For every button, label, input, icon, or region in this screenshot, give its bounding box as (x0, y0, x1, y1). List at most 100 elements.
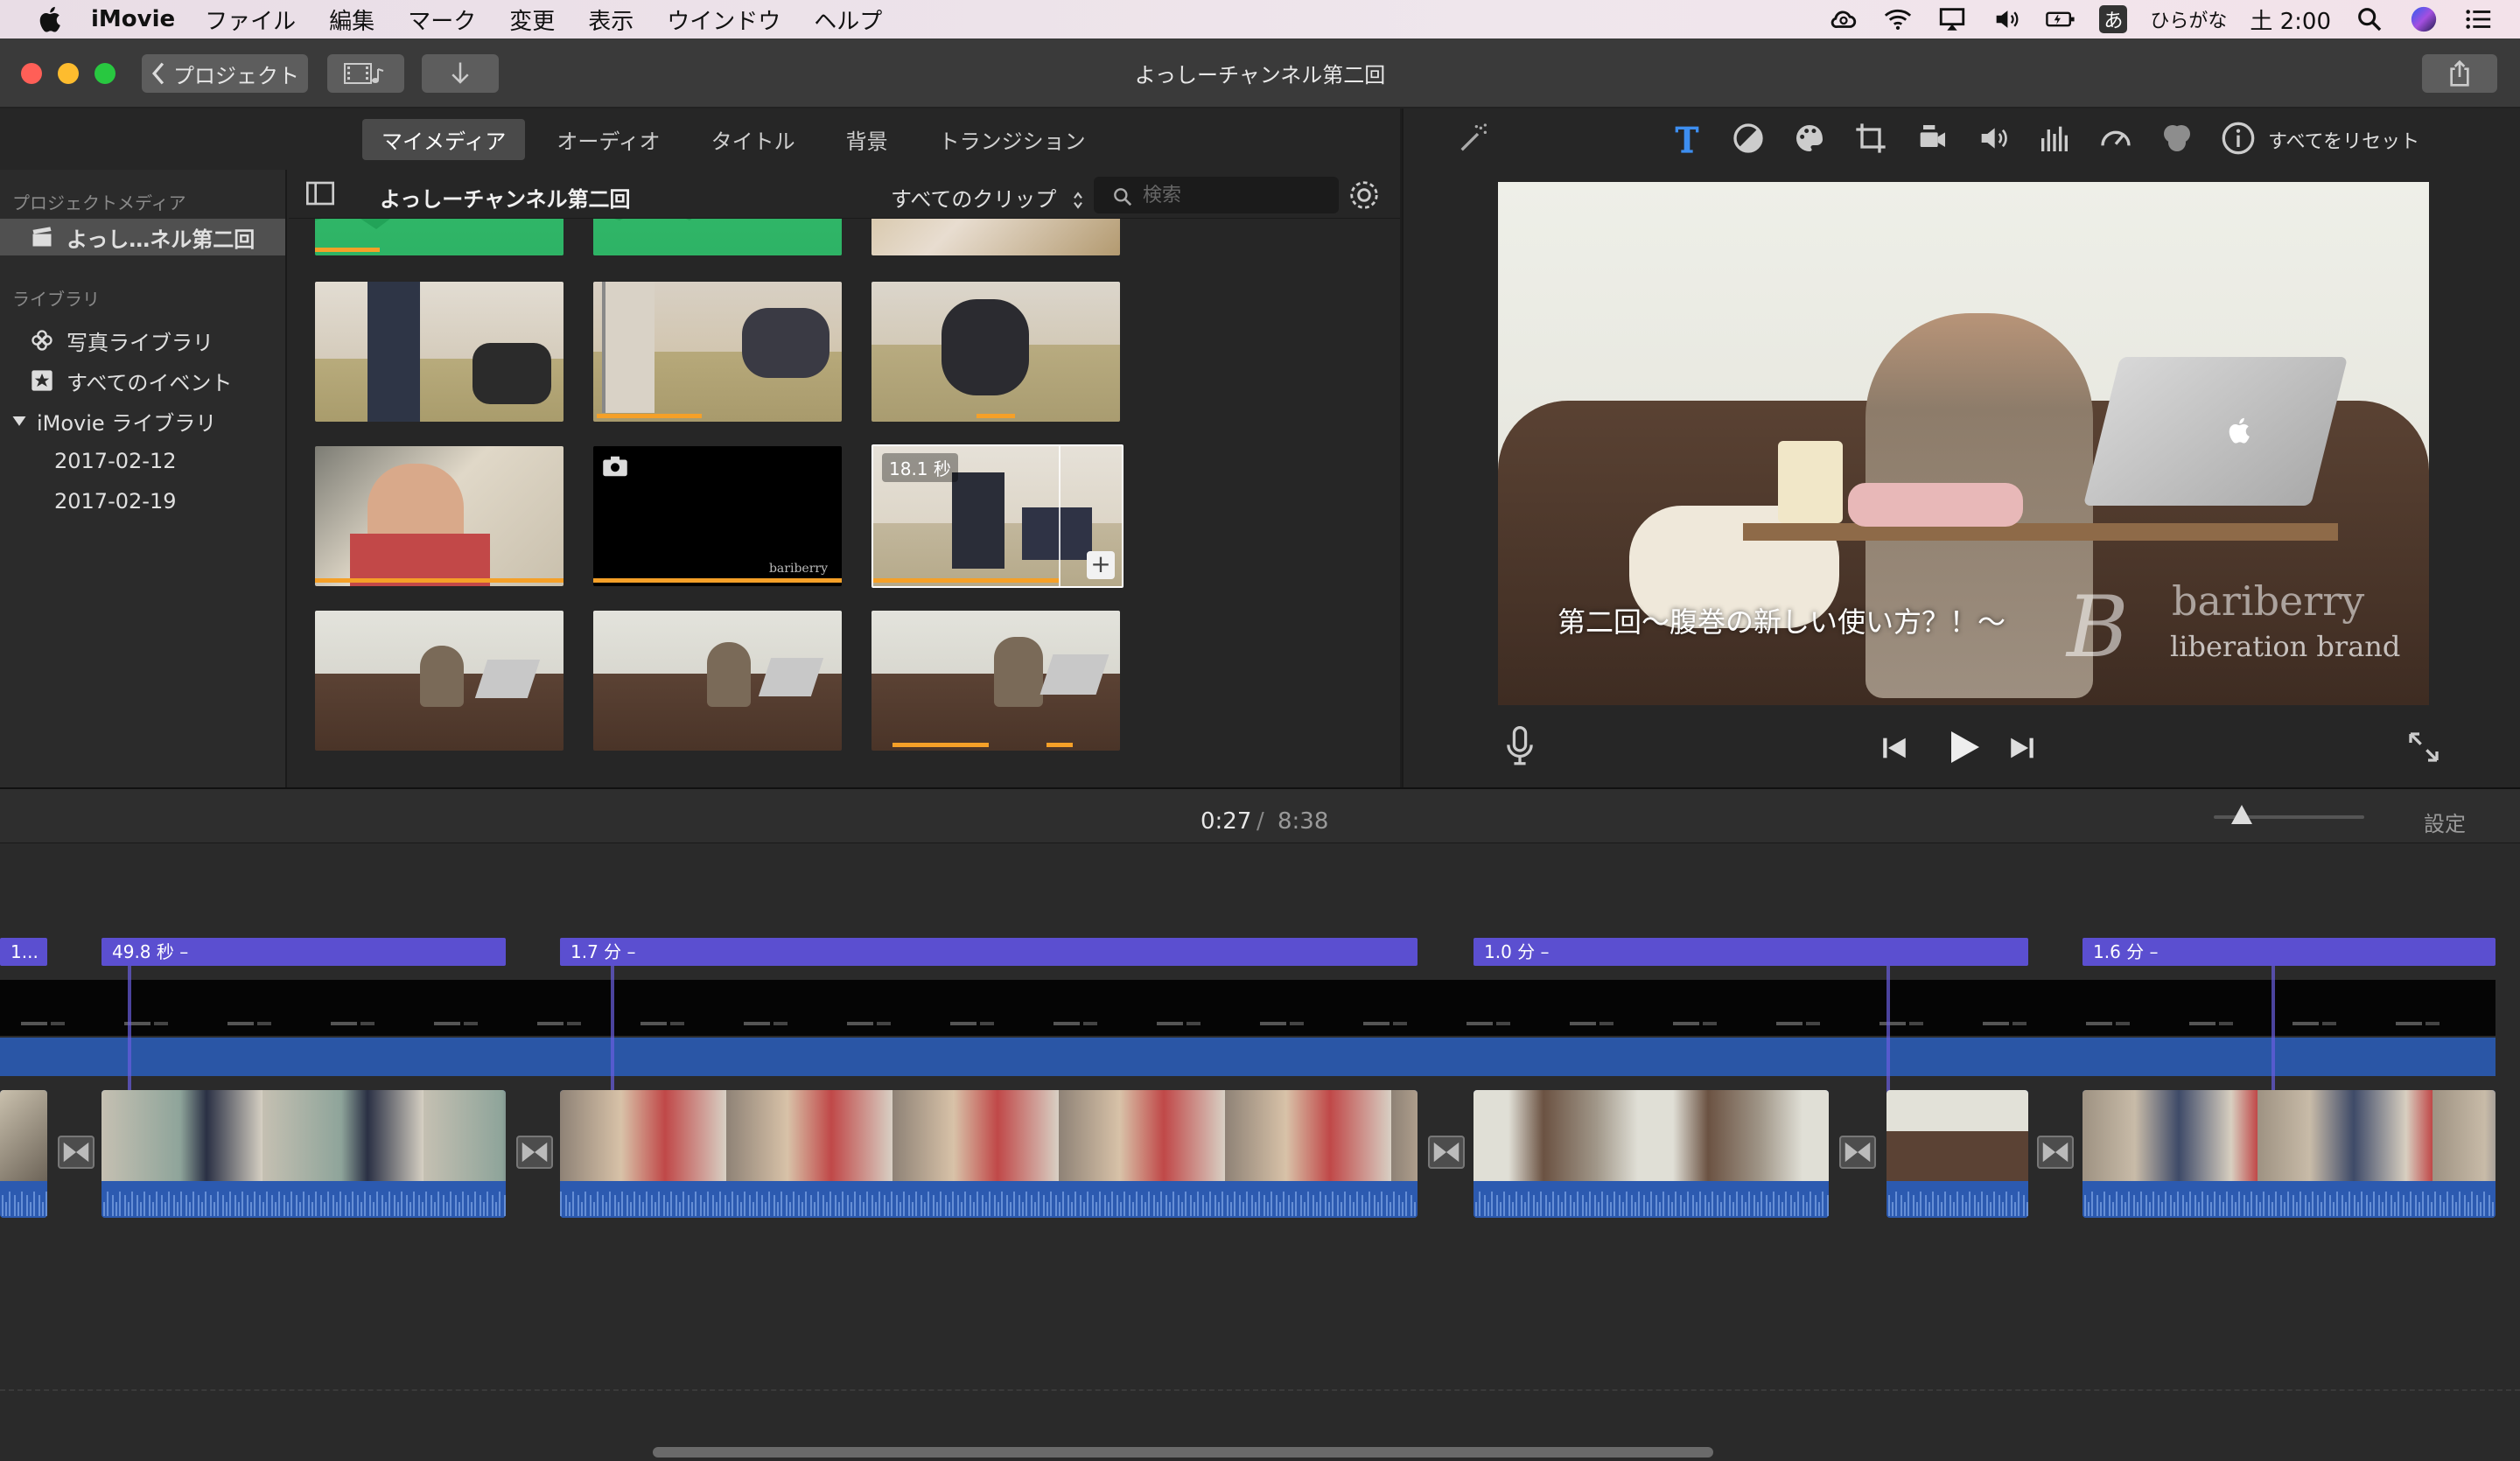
media-library-button[interactable] (327, 54, 404, 93)
browser-project-title: よっしーチャンネル第二回 (380, 187, 631, 212)
transition-icon[interactable] (516, 1136, 553, 1169)
zoom-window-button[interactable] (94, 63, 116, 84)
zoom-slider-thumb[interactable] (2231, 805, 2252, 824)
wifi-icon[interactable] (1882, 4, 1914, 34)
clip-thumbnail[interactable] (593, 282, 842, 422)
title-clip[interactable]: 1.7 分 – (560, 938, 1418, 966)
tab-audio[interactable]: オーディオ (537, 119, 679, 160)
title-clip[interactable]: 49.8 秒 – (102, 938, 506, 966)
clip-thumbnail[interactable]: bariberry (593, 446, 842, 586)
sidebar-item-date-1[interactable]: 2017-02-12 (0, 443, 285, 479)
transition-icon[interactable] (58, 1136, 94, 1169)
title-clip[interactable]: 1.0 分 – (1474, 938, 2028, 966)
background-clip-track[interactable] (0, 980, 2496, 1036)
title-clip[interactable]: 1.6 分 – (2082, 938, 2496, 966)
apple-icon[interactable] (35, 3, 66, 35)
fullscreen-icon[interactable] (2406, 730, 2441, 765)
magic-wand-icon[interactable] (1456, 121, 1491, 156)
close-window-button[interactable] (21, 63, 42, 84)
clip-thumbnail[interactable] (315, 282, 564, 422)
video-preview[interactable]: 第二回〜腹巻の新しい使い方？！〜 B bariberry liberation … (1498, 182, 2429, 705)
sidebar-item-project[interactable]: よっし…ネル第二回 (0, 219, 285, 255)
menubar-clock[interactable]: 土 2:00 (2250, 3, 2331, 36)
timeline-settings-button[interactable]: 設定 (2424, 807, 2466, 837)
viewer-panel: すべてをリセット 第二回〜腹巻の新しい使い方？！〜 B bariberry li… (1402, 108, 2520, 787)
menu-edit[interactable]: 編集 (329, 3, 374, 36)
add-clip-icon[interactable]: + (1087, 551, 1115, 579)
notification-center-icon[interactable] (2462, 4, 2494, 34)
crop-icon[interactable] (1853, 121, 1888, 156)
app-menu[interactable]: iMovie (91, 6, 175, 32)
chevron-updown-icon (1074, 192, 1082, 209)
transition-icon[interactable] (2037, 1136, 2074, 1169)
tab-my-media[interactable]: マイメディア (362, 118, 526, 160)
menu-window[interactable]: ウインドウ (667, 3, 780, 36)
timecode-separator: / (1256, 808, 1264, 835)
browser-tabs: マイメディア オーディオ タイトル 背景 トランジション (0, 108, 1400, 170)
reset-all-button[interactable]: すべてをリセット (2268, 126, 2419, 154)
menu-help[interactable]: ヘルプ (814, 3, 882, 36)
info-icon[interactable] (2221, 121, 2256, 156)
transition-icon[interactable] (1839, 1136, 1876, 1169)
title-clip[interactable]: 1... (0, 938, 47, 966)
volume-icon[interactable] (1976, 121, 2011, 156)
color-balance-icon[interactable] (1731, 121, 1766, 156)
title-icon[interactable] (1670, 121, 1704, 156)
back-to-projects-button[interactable]: プロジェクト (142, 54, 308, 93)
speed-icon[interactable] (2098, 121, 2133, 156)
skip-forward-icon[interactable] (2007, 733, 2037, 763)
person-figure (707, 642, 751, 707)
sidebar-toggle-icon[interactable] (306, 180, 334, 206)
sidebar-item-date-2[interactable]: 2017-02-19 (0, 483, 285, 520)
sidebar-item-all-events[interactable]: すべてのイベント (0, 362, 285, 399)
gear-icon[interactable] (1348, 178, 1381, 212)
status-area: あ ひらがな 土 2:00 (1828, 0, 2494, 38)
menu-mark[interactable]: マーク (408, 3, 476, 36)
microphone-icon[interactable] (1505, 726, 1535, 766)
clip-thumbnail[interactable] (593, 219, 842, 255)
siri-icon[interactable] (2408, 4, 2440, 34)
input-method-badge[interactable]: あ (2099, 5, 2128, 33)
creative-cloud-icon[interactable] (1828, 4, 1859, 34)
battery-icon[interactable] (2045, 4, 2076, 34)
skip-back-icon[interactable] (1880, 733, 1909, 763)
zoom-slider[interactable] (2214, 805, 2364, 824)
tab-backgrounds[interactable]: 背景 (827, 119, 907, 160)
background-audio-track[interactable] (0, 1038, 2496, 1076)
menu-view[interactable]: 表示 (588, 3, 634, 36)
sidebar-item-imovie-library[interactable]: iMovie ライブラリ (0, 402, 285, 439)
clip-thumbnail[interactable] (872, 611, 1120, 751)
bowtie-icon (1433, 1142, 1460, 1163)
minimize-window-button[interactable] (58, 63, 79, 84)
sidebar-item-photos[interactable]: 写真ライブラリ (0, 322, 285, 359)
horizontal-scrollbar[interactable] (653, 1447, 1713, 1458)
clip-thumbnail[interactable] (872, 219, 1120, 255)
share-button[interactable] (2422, 54, 2497, 93)
play-icon[interactable] (1942, 724, 1984, 770)
tab-titles[interactable]: タイトル (692, 119, 815, 160)
clip-thumbnail[interactable] (315, 611, 564, 751)
menu-modify[interactable]: 変更 (509, 3, 555, 36)
media-browser: マイメディア オーディオ タイトル 背景 トランジション プロジェクトメディア … (0, 108, 1400, 787)
clip-thumbnail[interactable] (315, 219, 564, 255)
library-header: ライブラリ (12, 289, 100, 310)
clip-thumbnail[interactable] (315, 446, 564, 586)
input-method-label[interactable]: ひらがな (2150, 5, 2227, 33)
clip-thumbnail[interactable] (593, 611, 842, 751)
clip-thumbnail[interactable] (872, 282, 1120, 422)
import-button[interactable] (422, 54, 499, 93)
preview-watermark-tagline: liberation brand (2170, 630, 2401, 663)
filter-icon[interactable] (2160, 121, 2194, 156)
equalizer-icon[interactable] (2037, 121, 2072, 156)
volume-icon[interactable] (1991, 4, 2022, 34)
laptop-figure (758, 658, 824, 696)
airplay-icon[interactable] (1936, 4, 1968, 34)
clip-filter-select[interactable]: すべてのクリップ (891, 182, 1084, 213)
transition-icon[interactable] (1428, 1136, 1465, 1169)
stabilization-icon[interactable] (1914, 121, 1950, 156)
spotlight-icon[interactable] (2354, 4, 2385, 34)
menu-file[interactable]: ファイル (205, 3, 296, 36)
clip-thumbnail-selected[interactable]: 18.1 秒 + (872, 444, 1124, 588)
color-correction-icon[interactable] (1792, 121, 1827, 156)
tab-transitions[interactable]: トランジション (920, 119, 1105, 160)
